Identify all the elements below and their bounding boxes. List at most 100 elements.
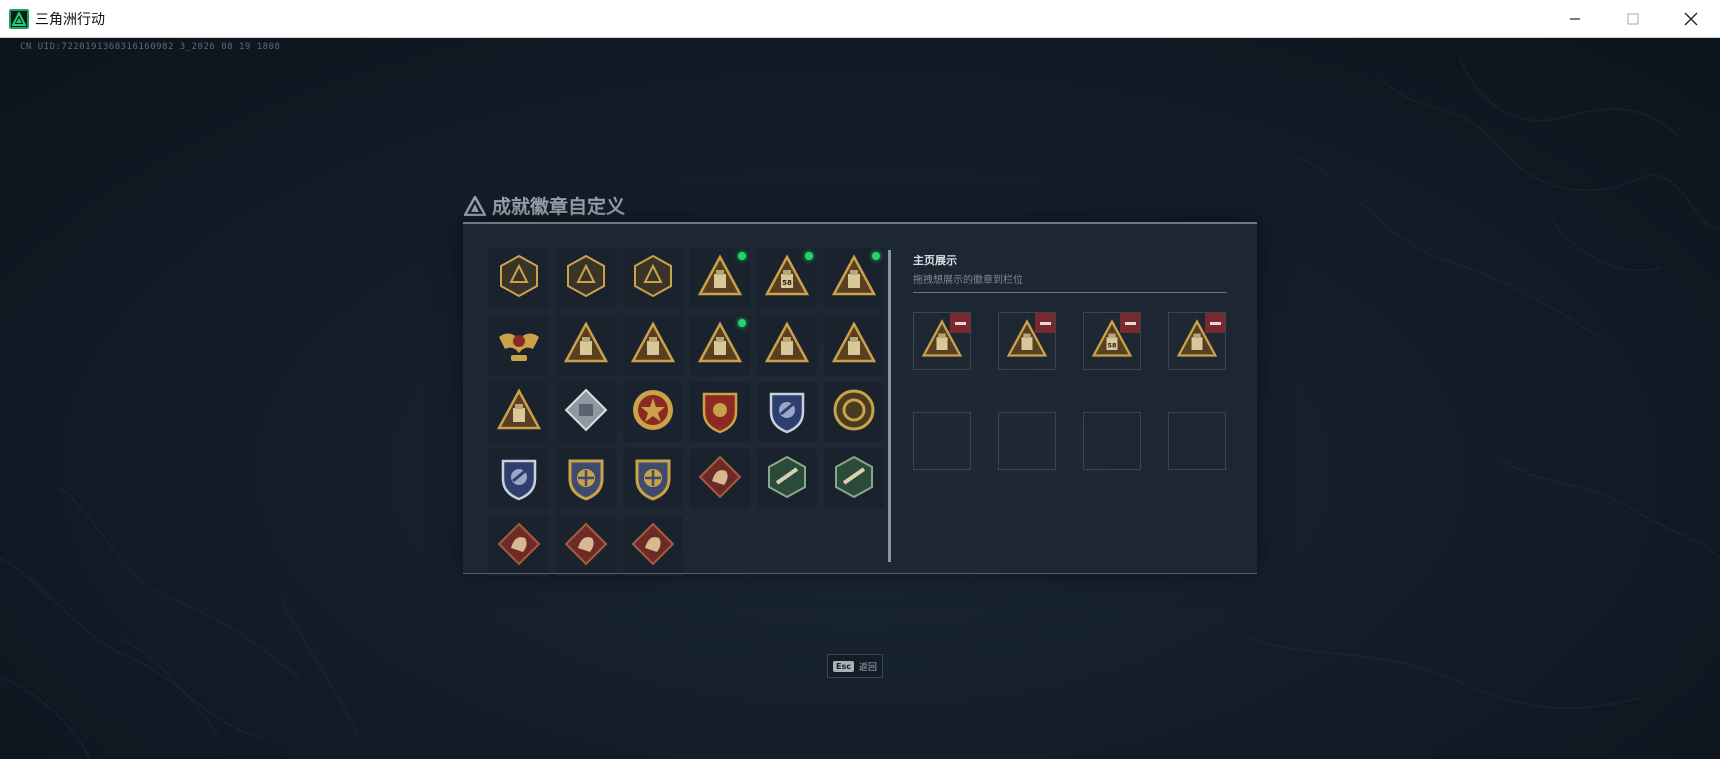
triangle-squad-badge <box>830 319 878 371</box>
badge-collection-grid: 58 <box>489 248 884 576</box>
showcase-panel-header: 主页展示 拖拽想展示的徽章到栏位 <box>913 252 1227 293</box>
badge-cell[interactable] <box>690 449 750 509</box>
svg-text:58: 58 <box>1108 341 1117 349</box>
badge-cell[interactable] <box>824 449 884 509</box>
badge-cell[interactable] <box>489 449 549 509</box>
selected-indicator-dot <box>738 319 746 327</box>
badge-cell[interactable] <box>824 315 884 375</box>
minimize-button[interactable] <box>1546 0 1604 38</box>
uid-watermark: CN UID:7220191368316160982 3_2026 08 19 … <box>20 42 281 52</box>
showcase-slot-filled[interactable] <box>998 312 1056 370</box>
badge-cell[interactable] <box>556 315 616 375</box>
green-hex-gun-badge <box>830 453 878 505</box>
badge-cell[interactable] <box>556 516 616 576</box>
blue-shield-wrench-badge <box>495 453 543 505</box>
badge-cell[interactable] <box>556 449 616 509</box>
esc-label: 返回 <box>858 662 877 673</box>
esc-key-icon: Esc <box>833 660 854 672</box>
badge-cell[interactable] <box>690 382 750 442</box>
badge-cell[interactable] <box>623 516 683 576</box>
maximize-button[interactable] <box>1604 0 1662 38</box>
triangle-crate-badge <box>696 319 744 371</box>
showcase-slot-empty[interactable] <box>1083 412 1141 470</box>
remove-badge-button[interactable] <box>950 313 970 333</box>
selected-indicator-dot <box>805 252 813 260</box>
showcase-slot-filled[interactable]: 58 <box>1083 312 1141 370</box>
esc-back-button[interactable]: Esc 返回 <box>827 654 883 678</box>
window-titlebar: 三角洲行动 <box>0 0 1720 38</box>
showcase-title: 主页展示 <box>913 254 957 267</box>
badge-cell[interactable] <box>824 382 884 442</box>
triangle-canister-badge <box>696 252 744 304</box>
dialog-bottom-border <box>463 573 1257 574</box>
minimize-icon <box>1570 18 1580 20</box>
game-viewport: CN UID:7220191368316160982 3_2026 08 19 … <box>0 38 1720 759</box>
badge-cell[interactable] <box>757 449 817 509</box>
showcase-slot-empty[interactable] <box>913 412 971 470</box>
badge-cell[interactable] <box>623 248 683 308</box>
svg-text:58: 58 <box>782 279 792 287</box>
remove-badge-button[interactable] <box>1035 313 1055 333</box>
badge-cell[interactable] <box>690 315 750 375</box>
delta-logo-icon <box>464 195 486 216</box>
showcase-subtitle: 拖拽想展示的徽章到栏位 <box>913 275 1023 286</box>
badge-cell[interactable] <box>489 315 549 375</box>
badge-cell[interactable]: 58 <box>757 248 817 308</box>
triangle-turret-badge <box>830 252 878 304</box>
badge-cell[interactable] <box>489 516 549 576</box>
red-diamond-dragon-2-badge <box>562 520 610 572</box>
close-button[interactable] <box>1662 0 1720 38</box>
helicopter-badge <box>562 252 610 304</box>
hex-delta-badge <box>495 252 543 304</box>
showcase-slot-filled[interactable] <box>913 312 971 370</box>
minus-icon <box>954 321 966 325</box>
showcase-slot-empty[interactable] <box>998 412 1056 470</box>
triangle-number-1-badge <box>629 319 677 371</box>
dialog-title: 成就徽章自定义 <box>492 196 626 218</box>
badge-cell[interactable] <box>489 382 549 442</box>
badge-cell[interactable] <box>824 248 884 308</box>
red-diamond-dragon-badge <box>495 520 543 572</box>
diamond-emblem-badge <box>629 252 677 304</box>
badge-grid-scrollbar[interactable] <box>888 250 891 562</box>
dialog-header: 成就徽章自定义 <box>464 192 625 219</box>
minus-icon <box>1124 321 1136 325</box>
badge-cell[interactable] <box>489 248 549 308</box>
gold-shield-plane-badge <box>629 453 677 505</box>
divider <box>913 292 1227 293</box>
gold-shield-crosshair-badge <box>562 453 610 505</box>
badge-customize-dialog: 58 主页展示 拖拽想展示的徽章到栏位 58 <box>463 222 1257 576</box>
showcase-slot-grid: 58 <box>913 312 1226 470</box>
close-icon <box>1684 12 1698 26</box>
blue-shield-medal-badge <box>763 386 811 438</box>
badge-cell[interactable] <box>623 382 683 442</box>
remove-badge-button[interactable] <box>1120 313 1140 333</box>
selected-indicator-dot <box>872 252 880 260</box>
badge-cell[interactable] <box>757 315 817 375</box>
gold-round-medal-badge <box>830 386 878 438</box>
badge-cell[interactable] <box>623 449 683 509</box>
triangle-tower-badge <box>495 386 543 438</box>
window-title: 三角洲行动 <box>35 11 105 28</box>
triangle-canister-58-badge: 58 <box>763 252 811 304</box>
silver-diamond-badge <box>562 386 610 438</box>
badge-cell[interactable] <box>757 382 817 442</box>
selected-indicator-dot <box>738 252 746 260</box>
minus-icon <box>1209 321 1221 325</box>
triangle-soldier-badge <box>763 319 811 371</box>
red-diamond-beast-badge <box>696 453 744 505</box>
badge-cell[interactable] <box>690 248 750 308</box>
minus-icon <box>1039 321 1051 325</box>
showcase-slot-empty[interactable] <box>1168 412 1226 470</box>
remove-badge-button[interactable] <box>1205 313 1225 333</box>
badge-cell[interactable] <box>556 248 616 308</box>
showcase-slot-filled[interactable] <box>1168 312 1226 370</box>
badge-cell[interactable] <box>556 382 616 442</box>
red-star-medal-badge <box>629 386 677 438</box>
winged-eagle-badge <box>495 319 543 371</box>
triangle-helmet-badge <box>562 319 610 371</box>
badge-cell[interactable] <box>623 315 683 375</box>
green-hex-eagle-badge <box>763 453 811 505</box>
red-diamond-fist-badge <box>629 520 677 572</box>
maximize-icon <box>1627 13 1639 25</box>
